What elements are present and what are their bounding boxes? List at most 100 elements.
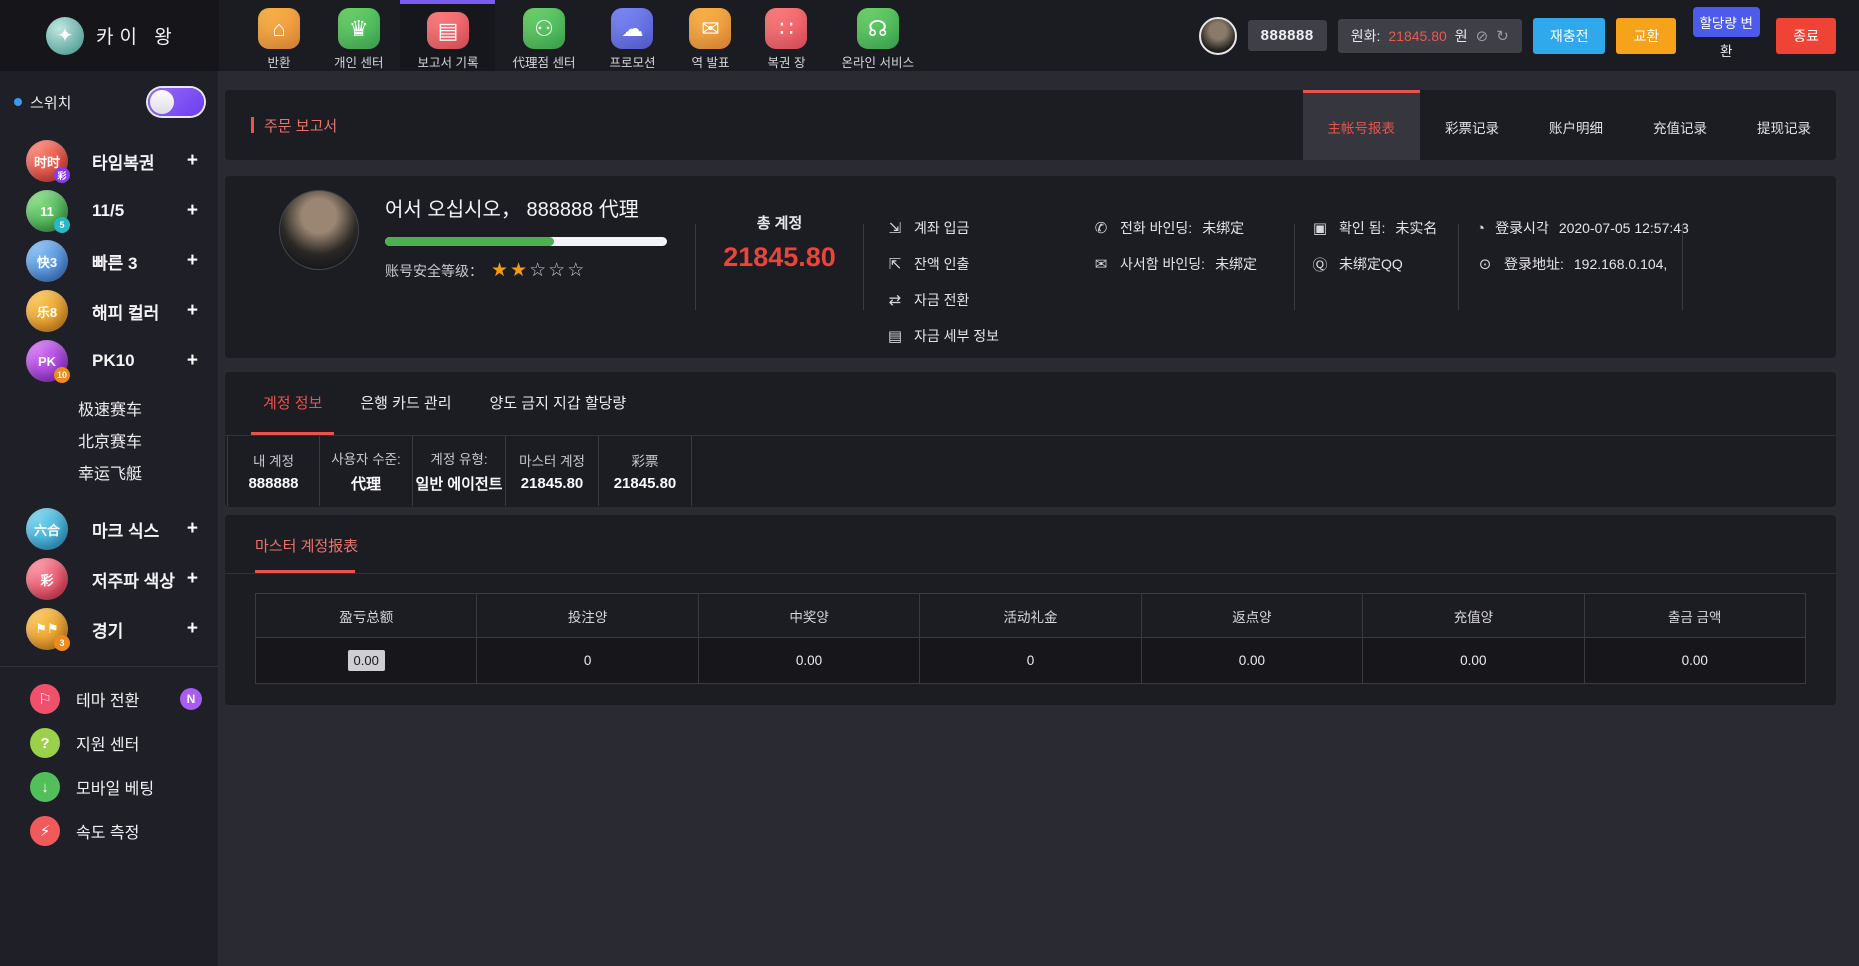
fund-transfer-link[interactable]: ⇄ 자금 전환 bbox=[886, 282, 1073, 318]
user-avatar[interactable] bbox=[1199, 17, 1237, 55]
recharge-button[interactable]: 재충전 bbox=[1533, 18, 1606, 54]
sidebar-item-time-lottery[interactable]: 时时彩 타임복권 + bbox=[0, 136, 218, 186]
sidebar-item-fast-3[interactable]: 快3 빠른 3 + bbox=[0, 236, 218, 286]
title-accent-bar bbox=[251, 117, 254, 133]
sidebar-item-11-5[interactable]: 115 11/5 + bbox=[0, 186, 218, 236]
nav-label: 역 발표 bbox=[691, 52, 729, 71]
user-bar: 888888 원화: 21845.80 원 ⊘ ↻ 재충전 교환 할당량 변 환… bbox=[1199, 0, 1859, 71]
cloud-search-icon: ☁ bbox=[611, 8, 653, 49]
quota-button-line1: 할당량 변 bbox=[1693, 7, 1760, 37]
document-icon: ▤ bbox=[886, 327, 904, 345]
nav-item-lottery-hall[interactable]: ∷ 복권 장 bbox=[748, 0, 824, 71]
pk10-icon: PK10 bbox=[26, 340, 68, 382]
cell-value: 일반 에이전트 bbox=[416, 473, 503, 494]
column-header: 投注양 bbox=[477, 594, 698, 638]
total-account-column: 총 계정 21845.80 bbox=[696, 176, 863, 358]
nav-item-promotion[interactable]: ☁ 프로모션 bbox=[592, 0, 672, 71]
question-icon: ? bbox=[30, 728, 60, 758]
sidebar-subitem-lucky-airship[interactable]: 幸运飞艇 bbox=[0, 456, 218, 488]
nav-item-announcement[interactable]: ✉ 역 발표 bbox=[672, 0, 748, 71]
fund-links-column: ⇲ 계좌 입금 ⇱ 잔액 인출 ⇄ 자금 전환 ▤ 자금 세부 정보 bbox=[864, 176, 1073, 358]
tab-recharge-records[interactable]: 充值记录 bbox=[1628, 90, 1732, 160]
tab-withdraw-records[interactable]: 提现记录 bbox=[1732, 90, 1836, 160]
expand-plus-icon[interactable]: + bbox=[187, 350, 198, 372]
sidebar-item-pk10[interactable]: PK10 PK10 + bbox=[0, 336, 218, 386]
tab-no-transfer-wallet-quota[interactable]: 양도 금지 지갑 할당량 bbox=[478, 372, 639, 435]
welcome-text: 어서 오십시오， 888888 代理 bbox=[385, 193, 667, 222]
switch-row: 스위치 bbox=[0, 71, 218, 126]
tab-bank-card-management[interactable]: 은행 카드 관리 bbox=[348, 372, 463, 435]
logo-section: ✦ 카이 왕 bbox=[0, 0, 219, 71]
expand-plus-icon[interactable]: + bbox=[187, 200, 198, 222]
tab-account-info[interactable]: 계정 정보 bbox=[251, 372, 334, 435]
withdraw-link[interactable]: ⇱ 잔액 인출 bbox=[886, 246, 1073, 282]
eleven-five-icon: 115 bbox=[26, 190, 68, 232]
speed-icon: ⚡ bbox=[30, 816, 60, 846]
sidebar-item-mobile-betting[interactable]: ↓ 모바일 베팅 bbox=[0, 765, 218, 809]
nav-item-personal-center[interactable]: ♛ 개인 센터 bbox=[317, 0, 400, 71]
sidebar-subitem-beijing-racing[interactable]: 北京赛车 bbox=[0, 424, 218, 456]
account-info-cells: 내 계정 888888 사용자 수준: 代理 계정 유형: 일반 에이전트 마스… bbox=[225, 436, 1836, 506]
report-table-header: 盈亏总额 投注양 中奖양 活动礼金 返点양 充值양 출금 금액 bbox=[256, 594, 1805, 638]
app-logo-icon: ✦ bbox=[46, 17, 84, 55]
sidebar-toggle[interactable] bbox=[148, 88, 204, 116]
expand-plus-icon[interactable]: + bbox=[187, 150, 198, 172]
sidebar-item-theme-switch[interactable]: ⚐ 테마 전환 N bbox=[0, 677, 218, 721]
deposit-icon: ⇲ bbox=[886, 219, 904, 237]
star-icon: ★ bbox=[491, 260, 510, 281]
qq-icon: Ⓠ bbox=[1311, 254, 1329, 275]
quota-transfer-button[interactable]: 할당량 변 환 bbox=[1687, 7, 1765, 60]
total-account-label: 총 계정 bbox=[696, 212, 863, 233]
expand-plus-icon[interactable]: + bbox=[187, 300, 198, 322]
table-cell: 0.00 bbox=[1585, 638, 1805, 683]
exchange-button[interactable]: 교환 bbox=[1616, 18, 1676, 54]
table-cell-profit-total: 0.00 bbox=[256, 638, 477, 683]
theme-icon: ⚐ bbox=[30, 684, 60, 714]
crown-icon: ♛ bbox=[338, 8, 380, 49]
tab-lottery-records[interactable]: 彩票记录 bbox=[1420, 90, 1524, 160]
sidebar-item-label: 경기 bbox=[92, 617, 123, 642]
report-icon: ▤ bbox=[427, 12, 469, 49]
icon-badge: 5 bbox=[54, 217, 70, 233]
sidebar-item-happy-color[interactable]: 乐8 해피 컬러 + bbox=[0, 286, 218, 336]
report-table: 盈亏总额 投注양 中奖양 活动礼金 返点양 充值양 출금 금액 0.00 0 0… bbox=[255, 593, 1806, 684]
low-freq-color-icon: 彩 bbox=[26, 558, 68, 600]
cell-value: 21845.80 bbox=[521, 475, 584, 492]
realname-row: ▣ 확인 됨: 未实名 bbox=[1311, 210, 1458, 246]
sidebar-item-support-center[interactable]: ? 지원 센터 bbox=[0, 721, 218, 765]
logout-button[interactable]: 종료 bbox=[1776, 18, 1836, 54]
sidebar-item-label: 지원 센터 bbox=[76, 731, 139, 755]
sidebar-subitem-speed-racing[interactable]: 极速赛车 bbox=[0, 392, 218, 424]
report-table-row: 0.00 0 0.00 0 0.00 0.00 0.00 bbox=[256, 638, 1805, 683]
expand-plus-icon[interactable]: + bbox=[187, 568, 198, 590]
refresh-icon[interactable]: ↻ bbox=[1496, 27, 1509, 45]
expand-plus-icon[interactable]: + bbox=[187, 518, 198, 540]
binding-value: 未绑定 bbox=[1202, 218, 1244, 238]
report-tabs: 主帐号报表 彩票记录 账户明细 充值记录 提现记录 bbox=[1303, 90, 1837, 160]
nav-item-home[interactable]: ⌂ 반환 bbox=[241, 0, 317, 71]
eye-off-icon[interactable]: ⊘ bbox=[1476, 27, 1489, 45]
tab-main-account-report[interactable]: 主帐号报表 bbox=[1303, 90, 1421, 160]
nav-item-report-history[interactable]: ▤ 보고서 기록 bbox=[400, 0, 495, 71]
sidebar: 스위치 时时彩 타임복권 + 115 11/5 + 快3 빠른 3 + 乐8 해… bbox=[0, 71, 219, 966]
tab-account-details[interactable]: 账户明细 bbox=[1524, 90, 1628, 160]
racing-flags-icon: ⚑⚑3 bbox=[26, 608, 68, 650]
sidebar-item-low-freq-color[interactable]: 彩 저주파 색상 + bbox=[0, 554, 218, 604]
cell-label: 내 계정 bbox=[253, 450, 294, 470]
sidebar-item-speed-test[interactable]: ⚡ 속도 측정 bbox=[0, 809, 218, 853]
phone-binding-row: ✆ 전화 바인딩: 未绑定 bbox=[1092, 210, 1294, 246]
expand-plus-icon[interactable]: + bbox=[187, 250, 198, 272]
section-divider bbox=[225, 573, 1836, 574]
nav-item-agent-center[interactable]: ⚇ 代理점 센터 bbox=[495, 0, 592, 71]
binding-value: 未绑定 bbox=[1215, 254, 1257, 274]
nav-label: 온라인 서비스 bbox=[841, 52, 913, 71]
fund-details-link[interactable]: ▤ 자금 세부 정보 bbox=[886, 318, 1073, 354]
nav-item-online-service[interactable]: ☊ 온라인 서비스 bbox=[824, 0, 930, 71]
nav-label: 프로모션 bbox=[609, 52, 655, 71]
verify-column: ▣ 확인 됨: 未实名 Ⓠ 未绑定QQ bbox=[1295, 176, 1458, 358]
deposit-link[interactable]: ⇲ 계좌 입금 bbox=[886, 210, 1073, 246]
profile-avatar[interactable] bbox=[279, 190, 359, 270]
expand-plus-icon[interactable]: + bbox=[187, 618, 198, 640]
sidebar-item-mark-six[interactable]: 六合 마크 식스 + bbox=[0, 504, 218, 554]
sidebar-item-match[interactable]: ⚑⚑3 경기 + bbox=[0, 604, 218, 654]
